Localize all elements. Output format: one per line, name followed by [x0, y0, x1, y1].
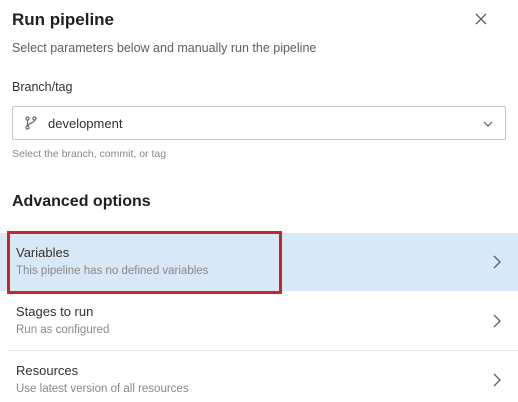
run-pipeline-panel: Run pipeline Select parameters below and…: [0, 0, 518, 402]
branch-tag-dropdown[interactable]: development: [12, 106, 506, 140]
chevron-right-icon: [491, 313, 503, 329]
dialog-subtitle: Select parameters below and manually run…: [12, 41, 317, 55]
page-title: Run pipeline: [12, 10, 114, 29]
branch-tag-label: Branch/tag: [12, 80, 73, 94]
branch-helper-text: Select the branch, commit, or tag: [12, 148, 167, 160]
chevron-right-icon: [491, 372, 503, 388]
close-button[interactable]: [470, 10, 492, 32]
branch-value: development: [48, 115, 123, 131]
stages-to-run-option[interactable]: Stages to run Run as configured: [0, 292, 518, 350]
branch-icon: [23, 115, 39, 131]
option-title: Variables: [16, 245, 70, 260]
advanced-options-heading: Advanced options: [12, 193, 151, 210]
option-title: Resources: [16, 363, 79, 378]
chevron-right-icon: [491, 254, 503, 270]
option-description: Use latest version of all resources: [16, 383, 189, 395]
close-icon: [475, 12, 487, 30]
option-description: This pipeline has no defined variables: [16, 265, 209, 277]
resources-option[interactable]: Resources Use latest version of all reso…: [0, 351, 518, 402]
chevron-down-icon: [481, 117, 495, 131]
option-title: Stages to run: [16, 304, 94, 319]
variables-option[interactable]: Variables This pipeline has no defined v…: [0, 233, 518, 291]
option-description: Run as configured: [16, 324, 110, 336]
